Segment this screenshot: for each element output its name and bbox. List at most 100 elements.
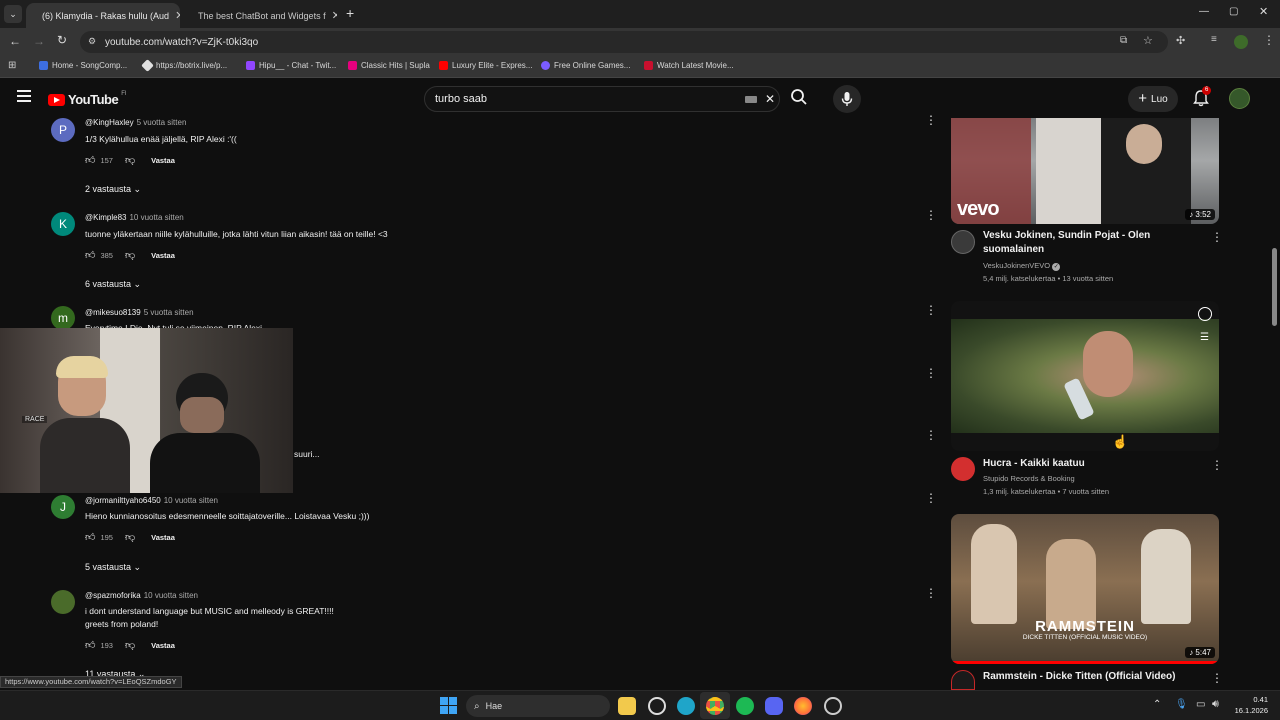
account-avatar[interactable] bbox=[1229, 88, 1250, 109]
comment-more-icon[interactable]: ⋮ bbox=[925, 429, 937, 441]
video-title[interactable]: Rammstein - Dicke Titten (Official Video… bbox=[983, 670, 1213, 684]
like-icon[interactable]: 👍︎ bbox=[85, 249, 95, 261]
comment-author[interactable]: @mikesuo8139 5 vuotta sitten bbox=[85, 308, 194, 317]
comment-more-icon[interactable]: ⋮ bbox=[925, 209, 937, 221]
discord-icon[interactable] bbox=[765, 697, 783, 715]
restore-button[interactable]: ▢ bbox=[1229, 6, 1238, 17]
comment-author[interactable]: @jormanilttyaho6450 10 vuotta sitten bbox=[85, 496, 218, 505]
new-tab-button[interactable]: + bbox=[346, 5, 354, 21]
bookmark-item[interactable]: https://botrix.live/p... bbox=[141, 59, 227, 72]
close-tab-icon[interactable]: ✕ bbox=[175, 9, 180, 22]
network-icon[interactable]: ▭ bbox=[1196, 699, 1205, 710]
watch-later-icon[interactable] bbox=[1198, 307, 1212, 321]
microphone-tray-icon[interactable]: 🎙︎ bbox=[1175, 699, 1188, 710]
close-window-button[interactable]: ✕ bbox=[1259, 5, 1268, 18]
reload-icon[interactable]: ↻ bbox=[57, 33, 67, 47]
dislike-icon[interactable]: 👎︎ bbox=[125, 154, 135, 166]
apps-grid-icon[interactable]: ⊞ bbox=[8, 60, 16, 71]
channel-avatar[interactable] bbox=[951, 670, 975, 690]
voice-search-button[interactable] bbox=[833, 85, 861, 113]
channel-name[interactable]: VeskuJokinenVEVO ✓ bbox=[983, 261, 1061, 271]
youtube-logo[interactable]: YouTube FI bbox=[48, 91, 127, 107]
comment-author[interactable]: @spazmoforika 10 vuotta sitten bbox=[85, 591, 198, 600]
reply-button[interactable]: Vastaa bbox=[151, 156, 175, 165]
bookmark-item[interactable]: Luxury Elite - Expres... bbox=[439, 61, 532, 70]
hamburger-menu-icon[interactable] bbox=[17, 90, 31, 102]
bookmark-item[interactable]: Watch Latest Movie... bbox=[644, 61, 734, 70]
clock-date[interactable]: 16.1.2026 bbox=[1228, 706, 1268, 715]
tray-expand-icon[interactable]: ⌃ bbox=[1153, 699, 1161, 710]
extensions-icon[interactable]: ✣ bbox=[1176, 34, 1185, 47]
spotify-icon[interactable] bbox=[736, 697, 754, 715]
comment-more-icon[interactable]: ⋮ bbox=[925, 492, 937, 504]
site-info-icon[interactable]: ⚙ bbox=[88, 36, 96, 47]
view-replies-button[interactable]: 5 vastausta ⌄ bbox=[85, 562, 141, 573]
bookmark-star-icon[interactable]: ☆ bbox=[1143, 34, 1153, 47]
tab-klamydia[interactable]: (6) Klamydia - Rakas hullu (Aud ✕ bbox=[26, 3, 180, 28]
video-more-icon[interactable]: ⋮ bbox=[1211, 671, 1223, 685]
dislike-icon[interactable]: 👎︎ bbox=[125, 639, 135, 651]
comment-avatar[interactable]: m bbox=[51, 306, 75, 330]
comment-avatar[interactable] bbox=[51, 590, 75, 614]
like-icon[interactable]: 👍︎ bbox=[85, 639, 95, 651]
video-title[interactable]: Hucra - Kaikki kaatuu bbox=[983, 457, 1183, 471]
close-tab-icon[interactable]: ✕ bbox=[332, 9, 337, 22]
search-input[interactable]: turbo saab ✕ bbox=[424, 86, 780, 112]
bookmark-item[interactable]: Home - SongComp... bbox=[39, 61, 127, 70]
comment-avatar[interactable]: J bbox=[51, 495, 75, 519]
channel-avatar[interactable] bbox=[951, 457, 975, 481]
comment-more-icon[interactable]: ⋮ bbox=[925, 587, 937, 599]
comment-avatar[interactable]: P bbox=[51, 118, 75, 142]
bookmark-item[interactable]: Hipu__ - Chat - Twit... bbox=[246, 61, 336, 70]
reply-button[interactable]: Vastaa bbox=[151, 251, 175, 260]
address-bar[interactable]: ⚙ youtube.com/watch?v=ZjK-t0ki3qo ⧉ ☆ bbox=[80, 31, 1168, 53]
view-replies-button[interactable]: 6 vastausta ⌄ bbox=[85, 279, 141, 290]
media-controls-icon[interactable]: ≡ bbox=[1211, 34, 1217, 45]
reply-button[interactable]: Vastaa bbox=[151, 641, 175, 650]
dislike-icon[interactable]: 👎︎ bbox=[125, 531, 135, 543]
taskbar-search[interactable]: ⌕ Hae bbox=[466, 695, 610, 717]
firefox-icon[interactable] bbox=[794, 697, 812, 715]
comment-more-icon[interactable]: ⋮ bbox=[925, 304, 937, 316]
add-to-queue-icon[interactable]: ☰ bbox=[1200, 332, 1209, 343]
like-icon[interactable]: 👍︎ bbox=[85, 154, 95, 166]
video-thumbnail[interactable]: vevo ♪ 3:52 bbox=[951, 118, 1219, 224]
channel-avatar[interactable] bbox=[951, 230, 975, 254]
tab-chatbot[interactable]: The best ChatBot and Widgets f ✕ bbox=[182, 3, 337, 28]
settings-icon[interactable] bbox=[824, 697, 842, 715]
comment-more-icon[interactable]: ⋮ bbox=[925, 114, 937, 126]
reply-button[interactable]: Vastaa bbox=[151, 533, 175, 542]
comment-more-icon[interactable]: ⋮ bbox=[925, 367, 937, 379]
browser-menu-icon[interactable]: ⋮ bbox=[1263, 33, 1275, 47]
keyboard-icon[interactable] bbox=[745, 96, 757, 103]
edge-icon[interactable] bbox=[677, 697, 695, 715]
comment-avatar[interactable]: K bbox=[51, 212, 75, 236]
view-replies-button[interactable]: 2 vastausta ⌄ bbox=[85, 184, 141, 195]
volume-icon[interactable]: 🔊︎ bbox=[1212, 698, 1219, 711]
channel-name[interactable]: Stupido Records & Booking bbox=[983, 474, 1075, 483]
video-more-icon[interactable]: ⋮ bbox=[1211, 230, 1223, 244]
bookmark-item[interactable]: Classic Hits | Supla bbox=[348, 61, 430, 70]
install-app-icon[interactable]: ⧉ bbox=[1120, 35, 1127, 46]
create-button[interactable]: + Luo bbox=[1128, 86, 1178, 112]
start-icon[interactable] bbox=[440, 697, 457, 714]
video-title[interactable]: Vesku Jokinen, Sundin Pojat - Olen suoma… bbox=[983, 229, 1183, 257]
search-button[interactable] bbox=[790, 88, 814, 110]
video-more-icon[interactable]: ⋮ bbox=[1211, 458, 1223, 472]
back-icon[interactable]: ← bbox=[9, 34, 21, 48]
minimize-button[interactable]: — bbox=[1199, 6, 1209, 17]
obs-icon[interactable] bbox=[648, 697, 666, 715]
comment-author[interactable]: @KingHaxley 5 vuotta sitten bbox=[85, 118, 186, 127]
video-thumbnail[interactable]: ☰ bbox=[951, 301, 1219, 451]
dislike-icon[interactable]: 👎︎ bbox=[125, 249, 135, 261]
video-thumbnail[interactable]: RAMMSTEIN DICKE TITTEN (OFFICIAL MUSIC V… bbox=[951, 514, 1219, 664]
tab-list-button[interactable]: ⌄ bbox=[4, 5, 22, 23]
notifications-button[interactable]: 6 bbox=[1193, 86, 1212, 112]
clear-search-icon[interactable]: ✕ bbox=[765, 92, 775, 106]
file-explorer-icon[interactable] bbox=[618, 697, 636, 715]
forward-icon[interactable]: → bbox=[33, 34, 45, 48]
comment-author[interactable]: @Kimple83 10 vuotta sitten bbox=[85, 213, 184, 222]
page-scrollbar[interactable] bbox=[1272, 248, 1277, 326]
bookmark-item[interactable]: Free Online Games... bbox=[541, 61, 630, 70]
clock-time[interactable]: 0.41 bbox=[1238, 695, 1268, 704]
